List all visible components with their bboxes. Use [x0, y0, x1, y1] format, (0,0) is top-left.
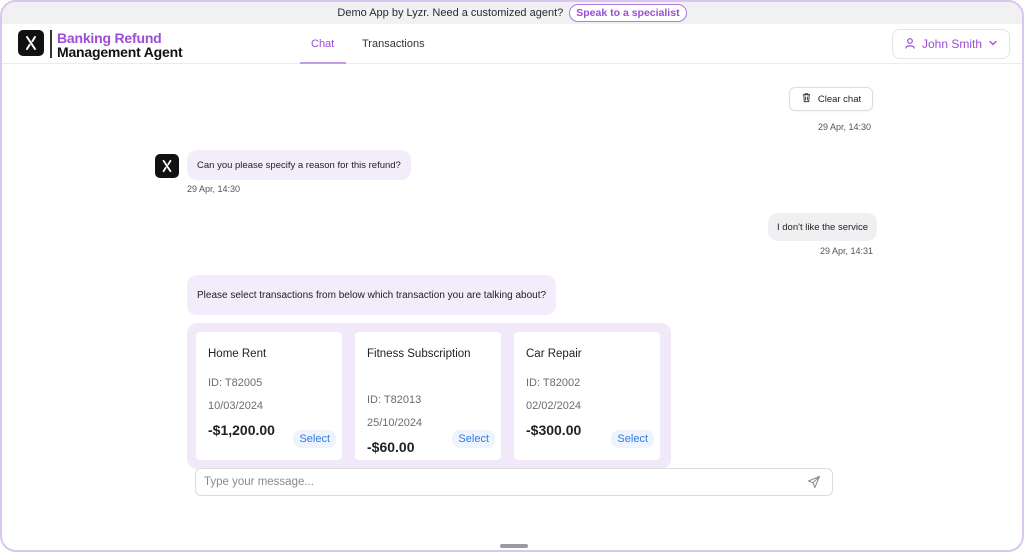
transaction-title: Home Rent: [208, 348, 267, 360]
transaction-id: ID: T82005: [208, 377, 263, 389]
app-title: Banking Refund Management Agent: [57, 30, 183, 60]
bot-message: Can you please specify a reason for this…: [187, 150, 411, 180]
timestamp: 29 Apr, 14:30: [818, 122, 872, 132]
user-icon: [904, 37, 916, 52]
transaction-date: 10/03/2024: [208, 400, 264, 412]
lyzr-logo-icon: [18, 30, 44, 56]
trash-icon: [801, 92, 812, 106]
demo-banner: Demo App by Lyzr. Need a customized agen…: [2, 2, 1022, 24]
transaction-date: 02/02/2024: [526, 400, 582, 412]
user-name: John Smith: [921, 37, 983, 51]
chevron-down-icon: [988, 37, 998, 51]
clear-chat-button[interactable]: Clear chat: [789, 87, 873, 111]
user-menu-button[interactable]: John Smith: [892, 29, 1010, 59]
timestamp: 29 Apr, 14:31: [820, 246, 874, 256]
transaction-id: ID: T82013: [367, 394, 422, 406]
transactions-panel: Home Rent ID: T82005 10/03/2024 -$1,200.…: [187, 323, 671, 469]
app-title-line2: Management Agent: [57, 44, 183, 60]
active-tab-indicator: [300, 62, 346, 64]
transaction-card: Car Repair ID: T82002 02/02/2024 -$300.0…: [514, 332, 660, 460]
message-text: I don't like the service: [777, 221, 869, 233]
timestamp: 29 Apr, 14:30: [187, 184, 241, 194]
transaction-card: Home Rent ID: T82005 10/03/2024 -$1,200.…: [196, 332, 342, 460]
transaction-id: ID: T82002: [526, 377, 581, 389]
speak-to-specialist-button[interactable]: Speak to a specialist: [569, 4, 687, 22]
transaction-card: Fitness Subscription ID: T82013 25/10/20…: [355, 332, 501, 460]
tab-transactions[interactable]: Transactions: [362, 38, 425, 50]
app-title-line1: Banking Refund: [57, 30, 162, 46]
select-transaction-button[interactable]: Select: [611, 430, 654, 448]
message-input[interactable]: [204, 476, 804, 488]
banner-text: Demo App by Lyzr. Need a customized agen…: [337, 7, 564, 19]
logo-divider: [50, 30, 52, 58]
user-message: I don't like the service: [768, 213, 878, 241]
transaction-amount: -$300.00: [526, 422, 582, 438]
app-header: Banking Refund Management Agent Chat Tra…: [2, 24, 1022, 64]
transaction-amount: -$60.00: [367, 439, 415, 455]
message-text: Please select transactions from below wh…: [197, 289, 547, 301]
tab-chat[interactable]: Chat: [311, 38, 334, 50]
transaction-title: Fitness Subscription: [367, 348, 471, 360]
select-transaction-button[interactable]: Select: [293, 430, 336, 448]
app-window: Demo App by Lyzr. Need a customized agen…: [0, 0, 1024, 552]
clear-chat-label: Clear chat: [817, 93, 862, 105]
bot-message: Please select transactions from below wh…: [187, 275, 557, 315]
select-transaction-button[interactable]: Select: [452, 430, 495, 448]
transaction-amount: -$1,200.00: [208, 422, 275, 438]
message-text: Can you please specify a reason for this…: [197, 159, 401, 171]
send-icon[interactable]: [804, 472, 824, 492]
message-composer: [195, 468, 833, 496]
transaction-date: 25/10/2024: [367, 417, 423, 429]
home-indicator: [500, 544, 528, 548]
bot-avatar-icon: [155, 154, 179, 178]
transaction-title: Car Repair: [526, 348, 582, 360]
